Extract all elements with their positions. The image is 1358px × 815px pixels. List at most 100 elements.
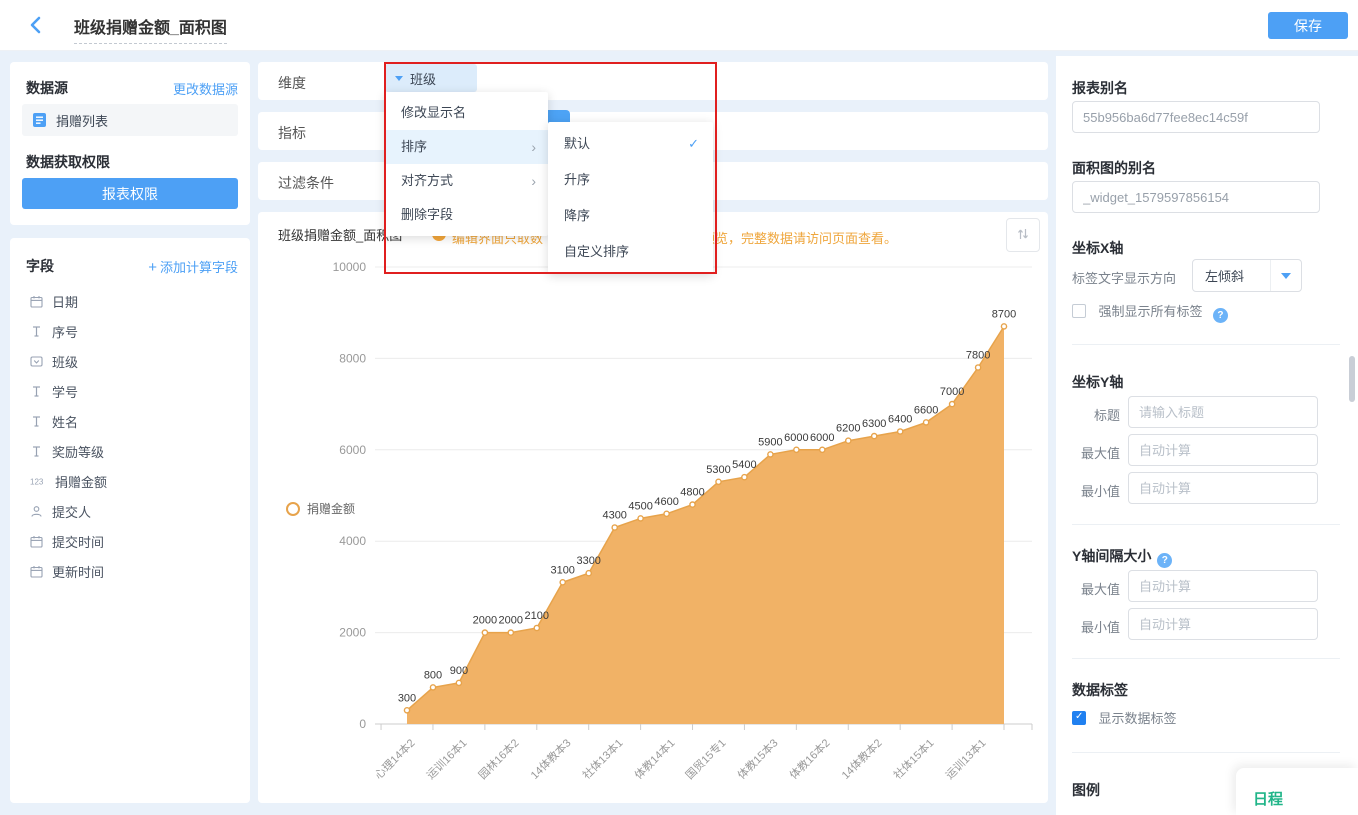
svg-text:8700: 8700: [992, 308, 1016, 320]
submenu-arrow-icon: ›: [531, 130, 536, 164]
datasource-card: 数据源 更改数据源 捐赠列表 数据获取权限 报表权限: [10, 62, 250, 225]
svg-text:2000: 2000: [473, 615, 497, 627]
select-caret-zone[interactable]: [1270, 260, 1301, 291]
submenu-item-ascending[interactable]: 升序: [548, 162, 713, 198]
fields-card: 字段 +添加计算字段 日期序号班级学号姓名奖励等级123捐赠金额提交人提交时间更…: [10, 238, 250, 803]
report-designer: 班级捐赠金额_面积图 保存 数据源 更改数据源 捐赠列表 数据获取权限 报表权限…: [0, 0, 1358, 815]
field-item-序号[interactable]: 序号: [30, 318, 238, 344]
submenu-item-custom-sort[interactable]: 自定义排序: [548, 234, 713, 270]
svg-text:5300: 5300: [706, 464, 730, 476]
field-context-menu: 修改显示名 排序› 对齐方式› 删除字段: [385, 92, 548, 236]
svg-text:5900: 5900: [758, 436, 782, 448]
area-chart: 0200040006000800010000300800900200020002…: [258, 212, 1048, 752]
legend-heading: 图例: [1072, 780, 1100, 800]
text-icon: [30, 325, 43, 338]
schedule-popup[interactable]: 日程: [1236, 768, 1358, 815]
svg-text:4300: 4300: [602, 510, 626, 522]
svg-text:4500: 4500: [628, 500, 652, 512]
datasource-item[interactable]: 捐赠列表: [22, 104, 238, 136]
top-header: 班级捐赠金额_面积图 保存: [0, 0, 1358, 51]
widget-alias-heading: 面积图的别名: [1072, 158, 1156, 178]
submenu-item-default[interactable]: 默认✓: [548, 126, 713, 162]
svg-text:6200: 6200: [836, 423, 860, 435]
menu-item-align[interactable]: 对齐方式›: [385, 164, 548, 198]
field-item-捐赠金额[interactable]: 123捐赠金额: [30, 468, 238, 494]
label-direction-label: 标签文字显示方向: [1072, 268, 1176, 287]
page-title: 班级捐赠金额_面积图: [74, 14, 227, 44]
show-data-label-row: 显示数据标签: [1072, 708, 1176, 728]
divider: [1072, 524, 1340, 525]
change-datasource-link[interactable]: 更改数据源: [173, 79, 238, 98]
menu-item-sort[interactable]: 排序›: [385, 130, 548, 164]
menu-item-delete-field[interactable]: 删除字段: [385, 198, 548, 232]
field-item-提交时间[interactable]: 提交时间: [30, 528, 238, 554]
help-icon[interactable]: [1157, 553, 1172, 568]
svg-text:6300: 6300: [862, 418, 886, 430]
y-max-input[interactable]: [1128, 434, 1318, 466]
interval-min-label: 最小值: [1072, 617, 1120, 636]
y-title-input[interactable]: [1128, 396, 1318, 428]
add-calc-field-link[interactable]: +添加计算字段: [148, 257, 238, 276]
y-min-label: 最小值: [1072, 481, 1120, 500]
svg-text:2000: 2000: [499, 615, 523, 627]
field-item-提交人[interactable]: 提交人: [30, 498, 238, 524]
field-item-学号[interactable]: 学号: [30, 378, 238, 404]
user-icon: [30, 505, 43, 518]
force-labels-row: 强制显示所有标签: [1072, 301, 1228, 323]
svg-text:5400: 5400: [732, 459, 756, 471]
svg-text:800: 800: [424, 669, 442, 681]
document-icon: [32, 112, 47, 128]
datasource-heading: 数据源: [26, 78, 68, 98]
widget-alias-input[interactable]: [1072, 181, 1320, 213]
report-permission-button[interactable]: 报表权限: [22, 178, 238, 209]
submenu-arrow-icon: ›: [531, 164, 536, 198]
svg-text:6400: 6400: [888, 414, 912, 426]
label-direction-select[interactable]: 左倾斜: [1192, 259, 1302, 292]
settings-panel: 报表别名 面积图的别名 坐标X轴 标签文字显示方向 左倾斜 强制显示所有标签 坐…: [1056, 56, 1358, 815]
dimension-field-chip[interactable]: 班级: [385, 64, 477, 92]
svg-text:4000: 4000: [339, 534, 366, 548]
show-data-label-checkbox[interactable]: [1072, 711, 1086, 725]
back-icon[interactable]: [24, 13, 48, 37]
svg-text:4600: 4600: [654, 496, 678, 508]
force-labels-checkbox[interactable]: [1072, 304, 1086, 318]
svg-text:0: 0: [359, 717, 366, 731]
scrollbar-thumb[interactable]: [1349, 356, 1355, 402]
svg-text:6000: 6000: [810, 432, 834, 444]
svg-text:123: 123: [30, 477, 44, 486]
field-item-更新时间[interactable]: 更新时间: [30, 558, 238, 584]
datasource-item-label: 捐赠列表: [56, 111, 108, 130]
help-icon[interactable]: [1213, 308, 1228, 323]
y-max-label: 最大值: [1072, 443, 1120, 462]
sort-submenu: 默认✓ 升序 降序 自定义排序: [548, 122, 713, 274]
svg-text:2100: 2100: [525, 610, 549, 622]
plus-icon: +: [148, 259, 157, 276]
menu-item-rename[interactable]: 修改显示名: [385, 96, 548, 130]
submenu-item-descending[interactable]: 降序: [548, 198, 713, 234]
report-alias-input[interactable]: [1072, 101, 1320, 133]
save-button[interactable]: 保存: [1268, 12, 1348, 39]
field-item-日期[interactable]: 日期: [30, 288, 238, 314]
divider: [1072, 752, 1340, 753]
y-interval-heading: Y轴间隔大小: [1072, 546, 1172, 568]
chevron-down-icon: [1281, 273, 1291, 279]
divider: [1072, 344, 1340, 345]
field-item-姓名[interactable]: 姓名: [30, 408, 238, 434]
interval-max-input[interactable]: [1128, 570, 1318, 602]
chart-panel: 班级捐赠金额_面积图 ! 编辑界面只取数 预览，完整数据请访问页面查看。 捐赠金…: [258, 212, 1048, 803]
calendar-icon: [30, 535, 43, 548]
y-min-input[interactable]: [1128, 472, 1318, 504]
dimension-row: 维度: [258, 62, 1048, 100]
interval-min-input[interactable]: [1128, 608, 1318, 640]
svg-text:10000: 10000: [333, 260, 367, 274]
svg-text:7000: 7000: [940, 386, 964, 398]
y-title-label: 标题: [1072, 405, 1120, 424]
field-item-奖励等级[interactable]: 奖励等级: [30, 438, 238, 464]
field-item-班级[interactable]: 班级: [30, 348, 238, 374]
dimension-chip-label: 班级: [410, 69, 436, 88]
y-axis-heading: 坐标Y轴: [1072, 372, 1123, 392]
x-axis-heading: 坐标X轴: [1072, 238, 1123, 258]
text-icon: [30, 385, 43, 398]
interval-max-label: 最大值: [1072, 579, 1120, 598]
select-icon: [30, 355, 43, 368]
